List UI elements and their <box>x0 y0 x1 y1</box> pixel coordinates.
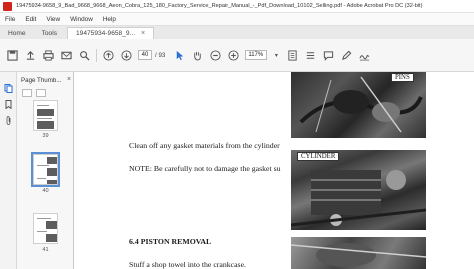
prev-page-icon[interactable] <box>102 49 114 61</box>
tab-home[interactable]: Home <box>0 27 34 39</box>
menu-file[interactable]: File <box>5 16 15 23</box>
menu-help[interactable]: Help <box>103 16 116 23</box>
chevron-down-icon[interactable]: ▾ <box>270 49 282 61</box>
search-icon[interactable] <box>78 49 90 61</box>
thumb-text-line <box>37 218 51 219</box>
panel-tools <box>22 89 50 97</box>
crankcase-photo <box>291 237 426 269</box>
thumb-image <box>47 168 57 176</box>
page-thumbnails-panel: Page Thumb... × 39 40 41 <box>17 72 74 269</box>
select-cursor-icon[interactable] <box>173 49 185 61</box>
print-icon[interactable] <box>42 49 54 61</box>
thumb-text-line <box>37 165 49 166</box>
sign-icon[interactable] <box>358 49 370 61</box>
thumbnail-page-label: 39 <box>42 133 49 139</box>
comment-icon[interactable] <box>322 49 334 61</box>
photo-detail-lines <box>291 170 426 227</box>
page-thumbnails-icon[interactable] <box>4 84 13 93</box>
thumb-image <box>46 234 57 242</box>
thumb-image <box>37 121 54 129</box>
document-note-line: NOTE: Be carefully not to damage the gas… <box>129 164 281 173</box>
menu-window[interactable]: Window <box>70 16 93 23</box>
document-text-line: Stuff a shop towel into the crankcase. <box>129 260 246 269</box>
thumbnail-page-label: 40 <box>42 188 49 194</box>
thumb-text-line <box>37 118 52 119</box>
tab-document[interactable]: 19475934-9658_9... × <box>67 27 155 39</box>
thumb-text-line <box>37 105 49 106</box>
bookmark-icon[interactable] <box>4 100 13 110</box>
tab-tools[interactable]: Tools <box>34 27 65 39</box>
thumb-image <box>46 221 57 229</box>
cylinder-photo <box>291 150 426 230</box>
thumb-image <box>37 109 54 116</box>
tab-bar: Home Tools 19475934-9658_9... × <box>0 26 474 39</box>
document-text-line: Clean off any gasket materials from the … <box>129 141 280 150</box>
thumbnail-page-label: 41 <box>42 247 49 253</box>
toolbar: 40 / 93 117% ▾ <box>0 39 474 72</box>
scroll-mode-icon[interactable] <box>304 49 316 61</box>
title-bar: 19475934-9658_9_Bad_9668_9668_Aeon_Cobra… <box>0 0 474 13</box>
fit-page-icon[interactable] <box>286 49 298 61</box>
navigation-pane-strip <box>0 72 17 269</box>
attachment-icon[interactable] <box>4 116 13 125</box>
thumb-text-line <box>37 178 46 179</box>
zoom-out-icon[interactable] <box>209 49 221 61</box>
thumb-image <box>47 157 57 164</box>
acrobat-logo-icon <box>3 1 12 11</box>
page-thumbnail[interactable] <box>33 100 58 131</box>
menu-edit[interactable]: Edit <box>25 16 36 23</box>
toolbar-separator <box>96 48 97 62</box>
thumb-image <box>47 180 57 184</box>
thumbnail-options-button[interactable] <box>22 89 32 97</box>
panel-close-icon[interactable]: × <box>67 76 71 83</box>
tab-close-icon[interactable]: × <box>141 30 145 37</box>
page-thumbnail-selected[interactable] <box>31 152 60 187</box>
photo-detail-lines <box>291 243 426 267</box>
page-thumbnail[interactable] <box>33 213 58 244</box>
menu-view[interactable]: View <box>46 16 60 23</box>
zoom-in-icon[interactable] <box>227 49 239 61</box>
tab-document-label: 19475934-9658_9... <box>76 30 136 37</box>
delete-page-button[interactable] <box>36 89 46 97</box>
page-total: / 93 <box>155 51 166 59</box>
upload-icon[interactable] <box>24 49 36 61</box>
menu-bar: File Edit View Window Help <box>0 13 474 26</box>
page-number-input[interactable]: 40 <box>138 50 152 60</box>
hand-icon[interactable] <box>191 49 203 61</box>
thumb-text-line <box>37 231 47 232</box>
window-title: 19475934-9658_9_Bad_9668_9668_Aeon_Cobra… <box>16 3 423 9</box>
next-page-icon[interactable] <box>120 49 132 61</box>
document-view[interactable]: PINS CYLINDER Clean off any gasket mater… <box>75 72 474 269</box>
zoom-level-select[interactable]: 117% <box>245 50 268 60</box>
panel-title: Page Thumb... <box>21 77 62 84</box>
section-heading: 6.4 PISTON REMOVAL <box>129 237 212 246</box>
email-icon[interactable] <box>60 49 72 61</box>
cylinder-label: CYLINDER <box>297 152 340 161</box>
pen-icon[interactable] <box>340 49 352 61</box>
pins-label: PINS <box>391 73 414 82</box>
save-icon[interactable] <box>6 49 18 61</box>
